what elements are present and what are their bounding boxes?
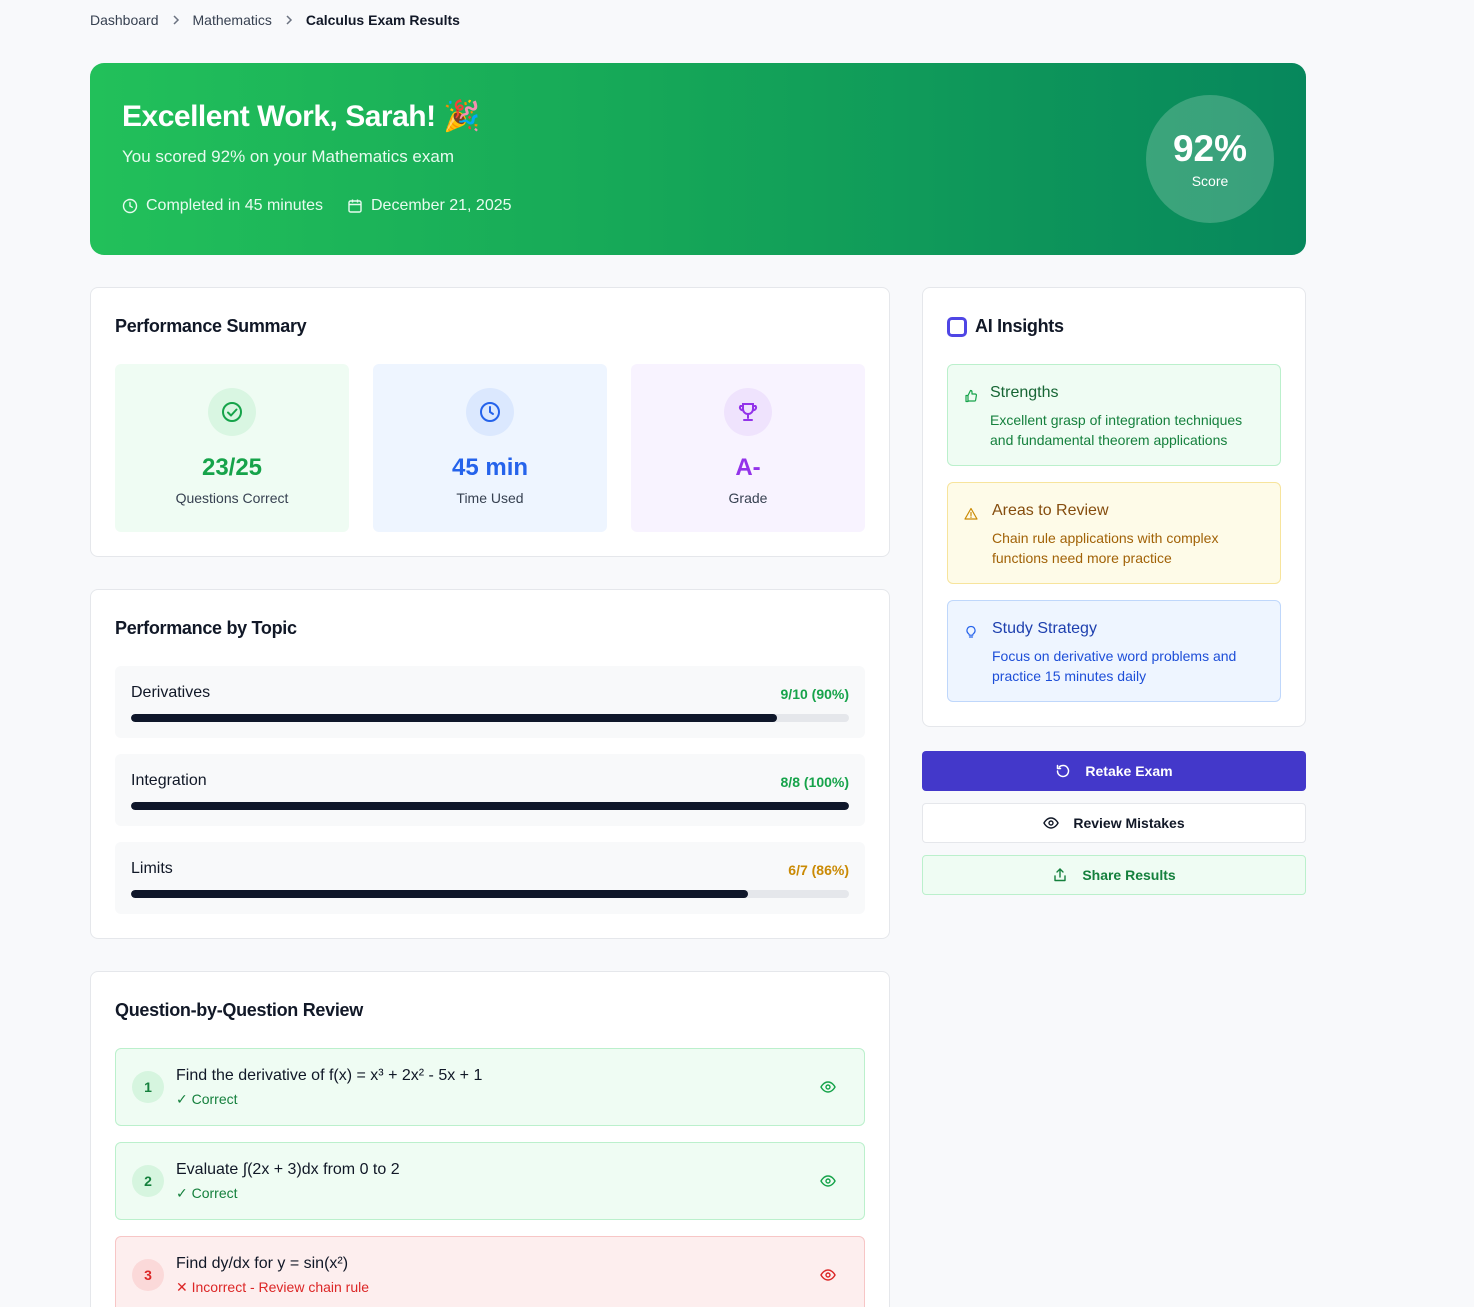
topic-row: Integration 8/8 (100%) [115,754,865,826]
results-banner: Excellent Work, Sarah! 🎉 You scored 92% … [90,63,1306,255]
clock-icon [466,388,514,436]
score-subtitle: You scored 92% on your Mathematics exam [122,147,454,166]
stat-value: 45 min [451,454,529,481]
question-row[interactable]: 1 Find the derivative of f(x) = x³ + 2x²… [115,1048,865,1126]
calendar-icon [348,199,362,213]
thumbs-up-icon [965,389,978,403]
trophy-icon [724,388,772,436]
warning-icon [964,507,978,520]
eye-icon[interactable] [820,1173,836,1189]
review-mistakes-button[interactable]: Review Mistakes [922,803,1306,843]
question-status: ✓ Correct [176,1185,238,1201]
insight-text: Chain rule applications with complex fun… [992,530,1219,566]
stat-value: A- [735,454,761,481]
score-label: Score [1191,172,1229,189]
insight-areas-to-review: Areas to Review Chain rule applications … [947,482,1281,584]
question-status: ✕ Incorrect - Review chain rule [176,1279,370,1295]
topic-name: Integration [131,772,207,789]
topic-row: Limits 6/7 (86%) [115,842,865,914]
share-results-button[interactable]: Share Results [922,855,1306,895]
insight-title: Strengths [990,384,1059,401]
question-status: ✓ Correct [176,1091,238,1107]
check-circle-icon [208,388,256,436]
topic-progress-bar [131,714,849,722]
topic-progress-fill [131,714,778,722]
stat-label: Time Used [456,490,524,506]
question-number: 2 [132,1165,164,1197]
eye-icon [1043,817,1060,829]
chevron-right-icon [284,15,294,25]
topic-progress-fill [131,890,749,898]
page-title: Excellent Work, Sarah! 🎉 [122,100,481,133]
question-text: Find dy/dx for y = sin(x²) [176,1255,349,1272]
breadcrumb-current: Calculus Exam Results [305,12,460,28]
question-text: Evaluate ∫(2x + 3)dx from 0 to 2 [176,1161,400,1178]
retake-exam-button[interactable]: Retake Exam [922,751,1306,791]
ai-chip-icon [947,316,967,337]
topic-score: 6/7 (86%) [788,862,849,878]
insight-study-strategy: Study Strategy Focus on derivative word … [947,600,1281,702]
stat-value: 23/25 [201,454,263,481]
breadcrumb-mathematics[interactable]: Mathematics [193,12,272,28]
eye-icon[interactable] [820,1267,836,1283]
button-label: Retake Exam [1085,763,1173,779]
refresh-icon [1057,764,1070,778]
insight-strengths: Strengths Excellent grasp of integration… [947,364,1281,466]
topic-progress-bar [131,890,849,898]
button-label: Review Mistakes [1073,815,1185,831]
section-title: Performance by Topic [115,618,297,638]
stat-label: Grade [728,490,768,506]
lightbulb-icon [966,625,976,638]
section-title: Question-by-Question Review [115,1000,363,1020]
topic-score: 9/10 (90%) [780,686,849,702]
stat-time-used: 45 min Time Used [373,364,607,532]
ai-insights-card: AI Insights Strengths Excellent grasp of… [922,287,1306,727]
insight-title: Study Strategy [992,620,1097,637]
button-label: Share Results [1082,867,1176,883]
share-icon [1054,868,1067,882]
question-number: 3 [132,1259,164,1291]
section-title: Performance Summary [115,316,307,336]
question-review-card: Question-by-Question Review 1 Find the d… [90,971,890,1307]
insight-text: Focus on derivative word problems and pr… [992,648,1237,684]
chevron-right-icon [171,15,181,25]
topic-progress-fill [131,802,849,810]
duration-meta: Completed in 45 minutes [122,197,323,215]
topic-name: Limits [131,860,173,877]
exam-meta: Completed in 45 minutes December 21, 202… [122,197,536,215]
performance-summary-card: Performance Summary 23/25 Questions Corr… [90,287,890,557]
insight-title: Areas to Review [992,502,1109,519]
question-row[interactable]: 2 Evaluate ∫(2x + 3)dx from 0 to 2 ✓ Cor… [115,1142,865,1220]
question-number: 1 [132,1071,164,1103]
duration-text: Completed in 45 minutes [146,197,323,214]
breadcrumb: Dashboard Mathematics Calculus Exam Resu… [90,12,460,28]
score-circle: 92% Score [1146,95,1274,223]
breadcrumb-dashboard[interactable]: Dashboard [90,12,159,28]
insight-text: Excellent grasp of integration technique… [990,412,1243,448]
date-text: December 21, 2025 [370,197,512,214]
stat-label: Questions Correct [175,490,289,506]
question-row[interactable]: 3 Find dy/dx for y = sin(x²) ✕ Incorrect… [115,1236,865,1307]
topic-name: Derivatives [131,684,211,701]
date-meta: December 21, 2025 [347,197,512,215]
topic-row: Derivatives 9/10 (90%) [115,666,865,738]
section-title: AI Insights [975,316,1064,336]
question-text: Find the derivative of f(x) = x³ + 2x² -… [176,1067,483,1084]
stat-questions-correct: 23/25 Questions Correct [115,364,349,532]
score-value: 92% [1172,127,1248,169]
performance-by-topic-card: Performance by Topic Derivatives 9/10 (9… [90,589,890,939]
eye-icon[interactable] [820,1079,836,1095]
stat-grade: A- Grade [631,364,865,532]
topic-progress-bar [131,802,849,810]
ai-insights-header: AI Insights [947,316,1064,337]
clock-icon [122,198,138,214]
topic-score: 8/8 (100%) [780,774,849,790]
